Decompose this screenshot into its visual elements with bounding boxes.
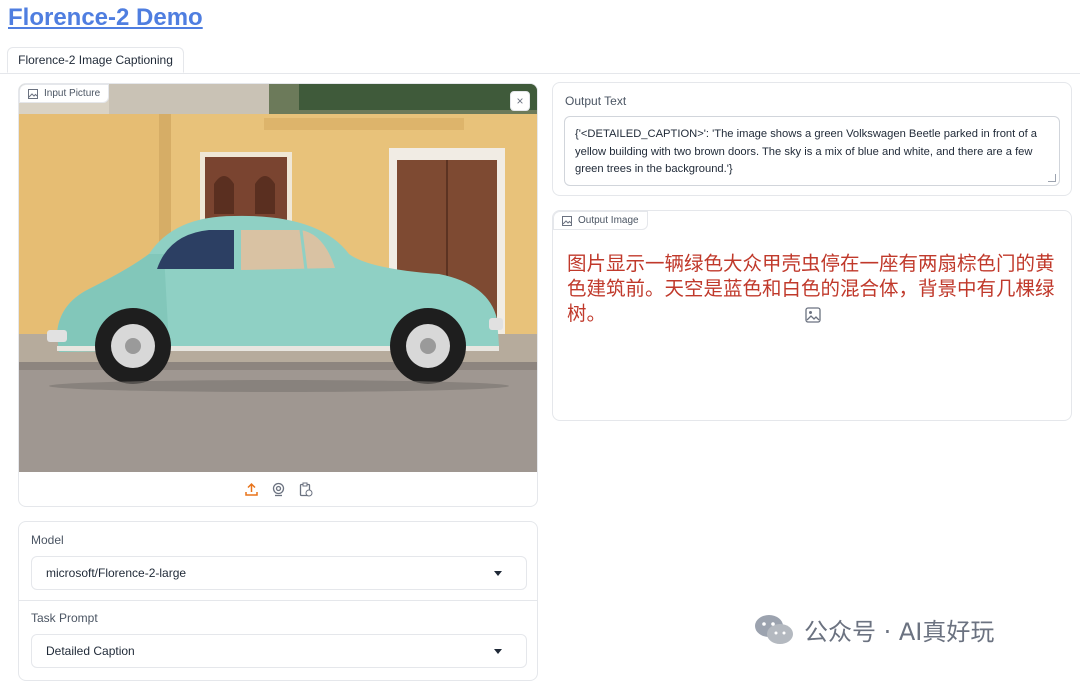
input-picture-image[interactable] [19, 84, 537, 472]
clipboard-icon[interactable] [297, 481, 314, 498]
tab-bar: Florence-2 Image Captioning [0, 46, 1080, 74]
settings-divider [19, 600, 537, 601]
output-text-value: {'<DETAILED_CAPTION>': 'The image shows … [575, 128, 1038, 175]
task-prompt-label: Task Prompt [31, 611, 98, 625]
close-icon[interactable]: × [510, 91, 530, 111]
output-text-label: Output Text [565, 94, 627, 108]
model-label: Model [31, 533, 64, 547]
output-image-label-text: Output Image [578, 215, 639, 226]
chevron-down-icon [494, 571, 502, 576]
webcam-icon[interactable] [270, 481, 287, 498]
model-dropdown[interactable]: microsoft/Florence-2-large [31, 556, 527, 590]
input-picture-label: Input Picture [19, 84, 110, 103]
output-text-area[interactable]: {'<DETAILED_CAPTION>': 'The image shows … [564, 116, 1060, 186]
watermark-text: 公众号 · AI真好玩 [804, 618, 995, 646]
upload-icon[interactable] [243, 481, 260, 498]
image-icon [562, 215, 572, 226]
image-placeholder-icon [805, 307, 821, 328]
tab-image-captioning[interactable]: Florence-2 Image Captioning [7, 47, 184, 73]
image-icon [28, 88, 38, 99]
input-picture-label-text: Input Picture [44, 88, 101, 99]
output-text-panel: Output Text {'<DETAILED_CAPTION>': 'The … [552, 82, 1072, 196]
output-image-label: Output Image [553, 211, 648, 230]
watermark: 公众号 · AI真好玩 [754, 612, 994, 647]
task-prompt-dropdown-value: Detailed Caption [46, 644, 135, 658]
model-dropdown-value: microsoft/Florence-2-large [46, 566, 187, 580]
task-prompt-dropdown[interactable]: Detailed Caption [31, 634, 527, 668]
settings-panel: Model microsoft/Florence-2-large Task Pr… [18, 521, 538, 681]
output-image-panel: Output Image 图片显示一辆绿色大众甲壳虫停在一座有两扇棕色门的黄色建… [552, 210, 1072, 421]
input-picture-panel: Input Picture × [18, 83, 538, 507]
resize-handle-icon[interactable] [1048, 174, 1056, 182]
wechat-icon [755, 614, 793, 644]
chevron-down-icon [494, 649, 502, 654]
page-title[interactable]: Florence-2 Demo [8, 4, 203, 32]
upload-toolbar [19, 472, 537, 507]
